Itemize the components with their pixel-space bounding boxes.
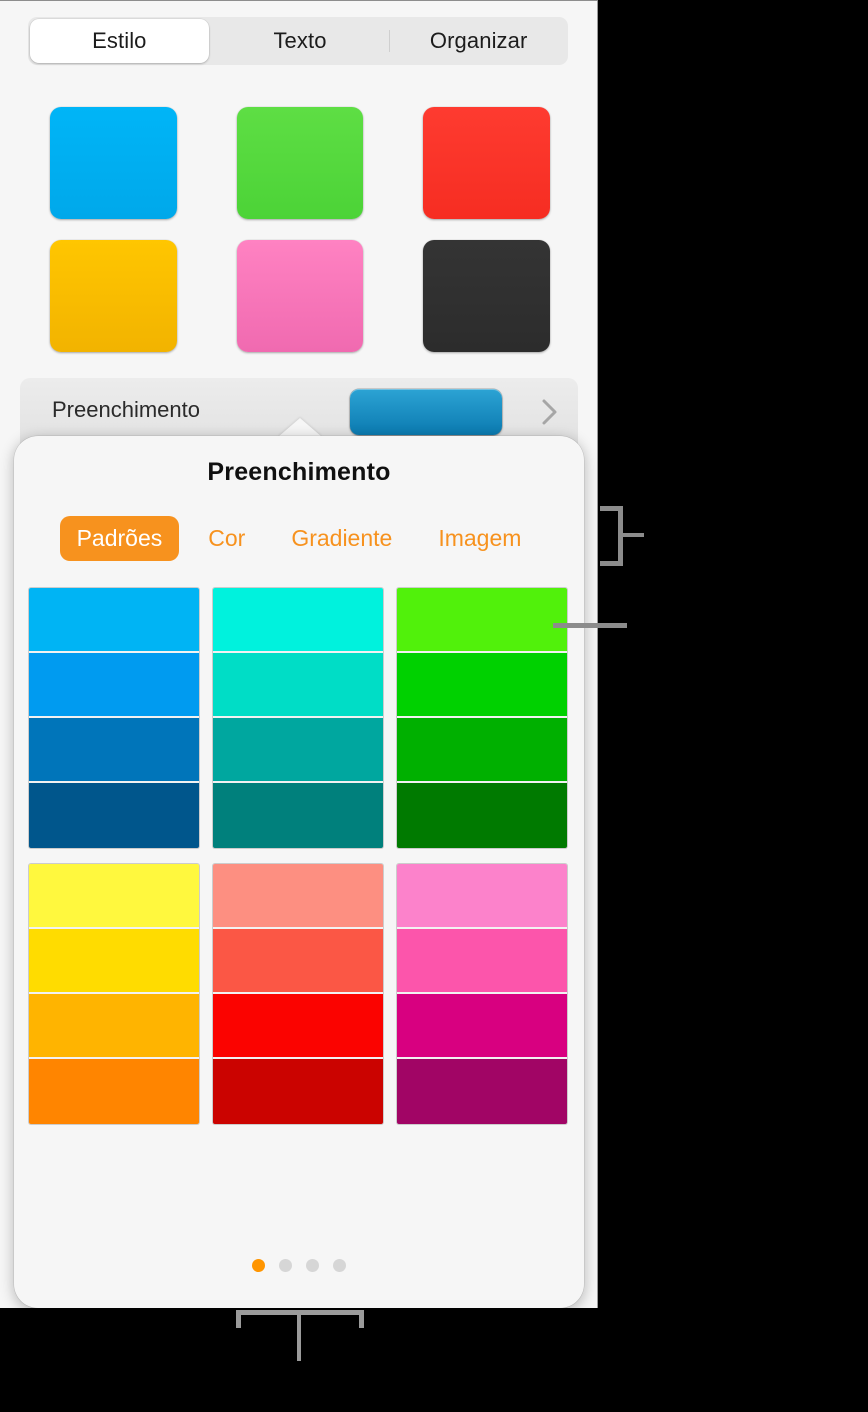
- swatch-cell[interactable]: [213, 1059, 383, 1124]
- callout-swatch-line: [553, 623, 627, 628]
- swatch-column-pink-ramp[interactable]: [397, 864, 567, 1124]
- page-dot[interactable]: [333, 1259, 346, 1272]
- bracket-arm-bottom: [600, 561, 622, 566]
- popover-tab-bar[interactable]: Padrões Cor Gradiente Imagem: [14, 516, 584, 561]
- swatch-column-yellow-ramp[interactable]: [29, 864, 199, 1124]
- style-preset-pink[interactable]: [236, 240, 364, 352]
- chevron-right-icon[interactable]: [540, 397, 560, 427]
- bracket-arm-right: [359, 1310, 364, 1328]
- callout-tabs-bracket: [600, 506, 644, 566]
- format-inspector-panel: Estilo Texto Organizar Preenchimento Pre…: [0, 0, 598, 1308]
- popover-page-dots[interactable]: [14, 1259, 584, 1272]
- tab-organizar-label: Organizar: [429, 28, 528, 53]
- swatch-cell[interactable]: [213, 718, 383, 783]
- popover-tab-imagem-label: Imagem: [438, 525, 522, 551]
- swatch-cell[interactable]: [213, 588, 383, 653]
- swatch-column-blue-ramp[interactable]: [29, 588, 199, 848]
- swatch-column-cyan-ramp[interactable]: [213, 588, 383, 848]
- style-preset-black[interactable]: [423, 240, 551, 352]
- fill-current-color-swatch[interactable]: [350, 389, 502, 435]
- style-preset-row: [50, 107, 551, 219]
- swatch-group-row: [29, 864, 569, 1124]
- swatch-cell[interactable]: [29, 929, 199, 994]
- swatch-cell[interactable]: [397, 1059, 567, 1124]
- swatch-cell[interactable]: [213, 929, 383, 994]
- popover-title: Preenchimento: [207, 458, 391, 486]
- style-preset-red[interactable]: [423, 107, 551, 219]
- inspector-tab-bar[interactable]: Estilo Texto Organizar: [28, 17, 568, 65]
- swatch-cell[interactable]: [397, 653, 567, 718]
- swatch-cell[interactable]: [213, 864, 383, 929]
- bracket-arm-left: [236, 1310, 241, 1328]
- swatch-cell[interactable]: [29, 994, 199, 1059]
- popover-tab-padroes-label: Padrões: [76, 525, 163, 551]
- style-preset-green[interactable]: [236, 107, 364, 219]
- tab-estilo[interactable]: Estilo: [30, 19, 209, 63]
- popover-arrow: [278, 418, 322, 437]
- page-dot[interactable]: [306, 1259, 319, 1272]
- callout-bottom-bracket: [236, 1310, 364, 1362]
- swatch-cell[interactable]: [29, 1059, 199, 1124]
- swatch-cell[interactable]: [213, 783, 383, 848]
- swatch-cell[interactable]: [29, 783, 199, 848]
- popover-tab-cor[interactable]: Cor: [191, 516, 262, 561]
- swatch-column-coral-ramp[interactable]: [213, 864, 383, 1124]
- tab-organizar[interactable]: Organizar: [389, 17, 568, 65]
- swatch-cell[interactable]: [29, 718, 199, 783]
- tab-divider: [389, 30, 391, 52]
- popover-tab-imagem[interactable]: Imagem: [421, 516, 538, 561]
- style-preset-blue[interactable]: [50, 107, 177, 219]
- tab-texto[interactable]: Texto: [211, 17, 390, 65]
- fill-row-label: Preenchimento: [52, 397, 200, 422]
- swatch-cell[interactable]: [397, 783, 567, 848]
- bracket-stem: [622, 533, 644, 537]
- swatch-cell[interactable]: [397, 994, 567, 1059]
- swatch-cell[interactable]: [29, 864, 199, 929]
- swatch-cell[interactable]: [29, 653, 199, 718]
- popover-tab-padroes[interactable]: Padrões: [59, 516, 180, 561]
- page-dot[interactable]: [252, 1259, 265, 1272]
- popover-tab-gradiente-label: Gradiente: [291, 525, 393, 551]
- style-preset-row: [50, 240, 551, 352]
- swatch-cell[interactable]: [213, 994, 383, 1059]
- popover-tab-gradiente[interactable]: Gradiente: [274, 516, 409, 561]
- pattern-swatch-area: [29, 588, 569, 1140]
- swatch-cell[interactable]: [29, 588, 199, 653]
- swatch-cell[interactable]: [397, 864, 567, 929]
- fill-popover: Preenchimento Padrões Cor Gradiente Imag…: [14, 436, 584, 1308]
- bracket-stem: [297, 1314, 301, 1361]
- style-preset-yellow[interactable]: [50, 240, 177, 352]
- swatch-cell[interactable]: [397, 929, 567, 994]
- swatch-cell[interactable]: [397, 718, 567, 783]
- popover-tab-cor-label: Cor: [208, 525, 246, 551]
- swatch-column-green-ramp[interactable]: [397, 588, 567, 848]
- panel-top-divider: [0, 0, 598, 1]
- swatch-cell[interactable]: [213, 653, 383, 718]
- style-preset-grid: [50, 107, 551, 373]
- tab-estilo-label: Estilo: [92, 28, 147, 53]
- swatch-group-row: [29, 588, 569, 848]
- page-dot[interactable]: [279, 1259, 292, 1272]
- tab-texto-label: Texto: [273, 28, 327, 53]
- swatch-cell[interactable]: [397, 588, 567, 653]
